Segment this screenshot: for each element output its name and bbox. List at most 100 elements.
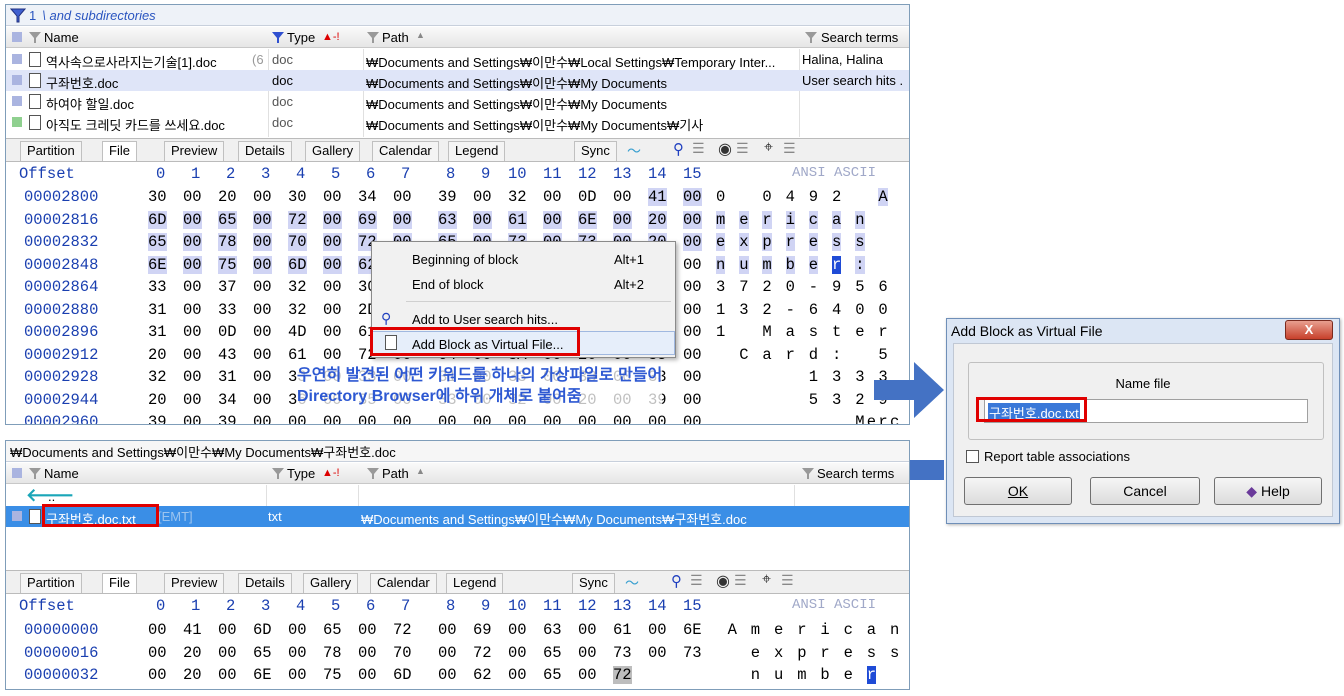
- menu-item-end-of-block[interactable]: End of block Alt+2: [372, 272, 675, 296]
- hex-byte[interactable]: 39: [148, 413, 167, 424]
- hex-byte[interactable]: 00: [183, 368, 202, 386]
- list-view-icon-3[interactable]: ☰: [781, 572, 794, 589]
- hex-byte[interactable]: 00: [323, 301, 342, 319]
- hex-byte[interactable]: 32: [148, 368, 167, 386]
- hex-byte[interactable]: 37: [218, 278, 237, 296]
- hex-byte[interactable]: 39: [438, 188, 457, 206]
- hex-byte[interactable]: 63: [438, 210, 457, 229]
- hex-byte[interactable]: 00: [183, 323, 202, 341]
- hex-byte[interactable]: 61: [288, 346, 307, 364]
- hex-byte[interactable]: 20: [183, 666, 202, 684]
- tab-calendar[interactable]: Calendar: [370, 573, 437, 593]
- hex-byte[interactable]: 00: [253, 233, 272, 251]
- hex-byte[interactable]: 00: [323, 255, 342, 274]
- hex-byte[interactable]: 00: [578, 666, 597, 684]
- hex-byte[interactable]: 32: [288, 278, 307, 296]
- hex-byte[interactable]: 00: [393, 210, 412, 229]
- select-all-box[interactable]: [12, 32, 22, 42]
- hex-byte[interactable]: 32: [288, 301, 307, 319]
- hex-byte[interactable]: 30: [288, 188, 307, 206]
- hex-byte[interactable]: 00: [578, 644, 597, 662]
- hex-byte[interactable]: 33: [148, 278, 167, 296]
- hex-byte[interactable]: 00: [323, 278, 342, 296]
- hex-byte[interactable]: 00: [683, 188, 702, 206]
- hex-byte[interactable]: 00: [393, 188, 412, 206]
- hex-byte[interactable]: 00: [288, 666, 307, 684]
- hex-byte[interactable]: 00: [253, 255, 272, 274]
- hex-byte[interactable]: 00: [543, 210, 562, 229]
- path-filter-icon[interactable]: [366, 31, 380, 44]
- hex-byte[interactable]: 20: [183, 644, 202, 662]
- column-type[interactable]: Type: [287, 30, 315, 45]
- gauge-icon[interactable]: ◉: [716, 571, 730, 591]
- type-filter-icon[interactable]: [271, 467, 285, 480]
- binoculars-icon[interactable]: ⚲: [673, 140, 684, 158]
- list-view-icon-3[interactable]: ☰: [783, 140, 796, 157]
- hex-byte[interactable]: 00: [218, 621, 237, 639]
- hex-byte[interactable]: 78: [218, 233, 237, 251]
- hex-byte[interactable]: 00: [683, 256, 702, 274]
- report-table-checkbox[interactable]: [966, 450, 979, 463]
- hex-byte[interactable]: 31: [148, 301, 167, 319]
- list-view-icon[interactable]: ☰: [690, 572, 703, 589]
- column-name[interactable]: Name: [44, 30, 79, 45]
- hex-byte[interactable]: 70: [393, 644, 412, 662]
- hex-byte[interactable]: 65: [323, 621, 342, 639]
- help-button[interactable]: ◆ Help: [1214, 477, 1322, 505]
- hex-byte[interactable]: 00: [358, 644, 377, 662]
- column-type[interactable]: Type: [287, 466, 315, 481]
- hex-byte[interactable]: 00: [183, 233, 202, 251]
- hex-byte[interactable]: 00: [253, 413, 272, 424]
- hex-row[interactable]: 00000032 00 20 00 6E 00 75 00 6D 00 62 00 65 00 72 n u m b…: [6, 664, 909, 687]
- tab-gallery[interactable]: Gallery: [303, 573, 359, 593]
- hex-byte[interactable]: 65: [148, 233, 167, 251]
- column-name[interactable]: Name: [44, 466, 79, 481]
- hex-byte[interactable]: 00: [683, 210, 702, 229]
- list-view-icon-2[interactable]: ☰: [734, 572, 747, 589]
- hex-byte[interactable]: 00: [683, 301, 702, 319]
- hex-byte[interactable]: 00: [508, 621, 527, 639]
- hex-byte[interactable]: 41: [183, 621, 202, 639]
- hex-row[interactable]: 00000016 00 20 00 65 00 78 00 70 00 72 00 65 00 73 00 73…: [6, 642, 909, 665]
- hex-byte[interactable]: 00: [438, 644, 457, 662]
- list-view-icon-2[interactable]: ☰: [736, 140, 749, 157]
- hex-byte[interactable]: 62: [473, 666, 492, 684]
- hex-byte[interactable]: 00: [683, 346, 702, 364]
- hex-byte[interactable]: 00: [613, 210, 632, 229]
- tab-details[interactable]: Details: [238, 573, 292, 593]
- type-filter-icon[interactable]: [271, 31, 285, 44]
- hex-byte[interactable]: 00: [253, 278, 272, 296]
- tab-details[interactable]: Details: [238, 141, 292, 161]
- hex-byte[interactable]: 75: [323, 666, 342, 684]
- tab-legend[interactable]: Legend: [446, 573, 504, 593]
- name-filter-icon[interactable]: [28, 467, 42, 480]
- table-row[interactable]: 아직도 크레딧 카드를 쓰세요.doc doc ₩Documents and S…: [6, 112, 909, 133]
- hex-byte[interactable]: 00: [358, 413, 377, 424]
- hex-byte[interactable]: 00: [253, 210, 272, 229]
- hex-byte[interactable]: 61: [613, 621, 632, 639]
- crosshair-icon[interactable]: ⌖: [764, 139, 773, 157]
- list-view-icon[interactable]: ☰: [692, 140, 705, 157]
- hex-row[interactable]: 00002816 6D 00 65 00 72 00 69 00 63 00 61 00 6E 00 20 00…: [6, 209, 909, 232]
- tab-preview[interactable]: Preview: [164, 573, 225, 593]
- hex-byte[interactable]: 72: [393, 621, 412, 639]
- hex-byte[interactable]: 00: [393, 413, 412, 424]
- hex-byte[interactable]: 00: [683, 391, 702, 409]
- hex-row[interactable]: 00000000 00 41 00 6D 00 65 00 72 00 69 00 63 00 61 00 6E…: [6, 619, 909, 642]
- hex-byte[interactable]: 00: [288, 413, 307, 424]
- tab-partition[interactable]: Partition: [20, 141, 82, 161]
- hex-byte[interactable]: 00: [683, 323, 702, 341]
- tab-calendar[interactable]: Calendar: [372, 141, 439, 161]
- hex-byte[interactable]: 00: [543, 188, 562, 206]
- hex-byte[interactable]: 00: [288, 644, 307, 662]
- hex-byte[interactable]: 6D: [148, 210, 167, 229]
- tab-gallery[interactable]: Gallery: [305, 141, 361, 161]
- hex-byte[interactable]: 41: [648, 188, 667, 206]
- hex-byte[interactable]: 00: [683, 233, 702, 251]
- hex-byte[interactable]: 69: [473, 621, 492, 639]
- hex-byte[interactable]: 6D: [288, 255, 307, 274]
- close-button[interactable]: X: [1285, 320, 1333, 340]
- hex-byte[interactable]: 32: [508, 188, 527, 206]
- hex-byte[interactable]: 00: [183, 188, 202, 206]
- hex-byte[interactable]: 20: [648, 210, 667, 229]
